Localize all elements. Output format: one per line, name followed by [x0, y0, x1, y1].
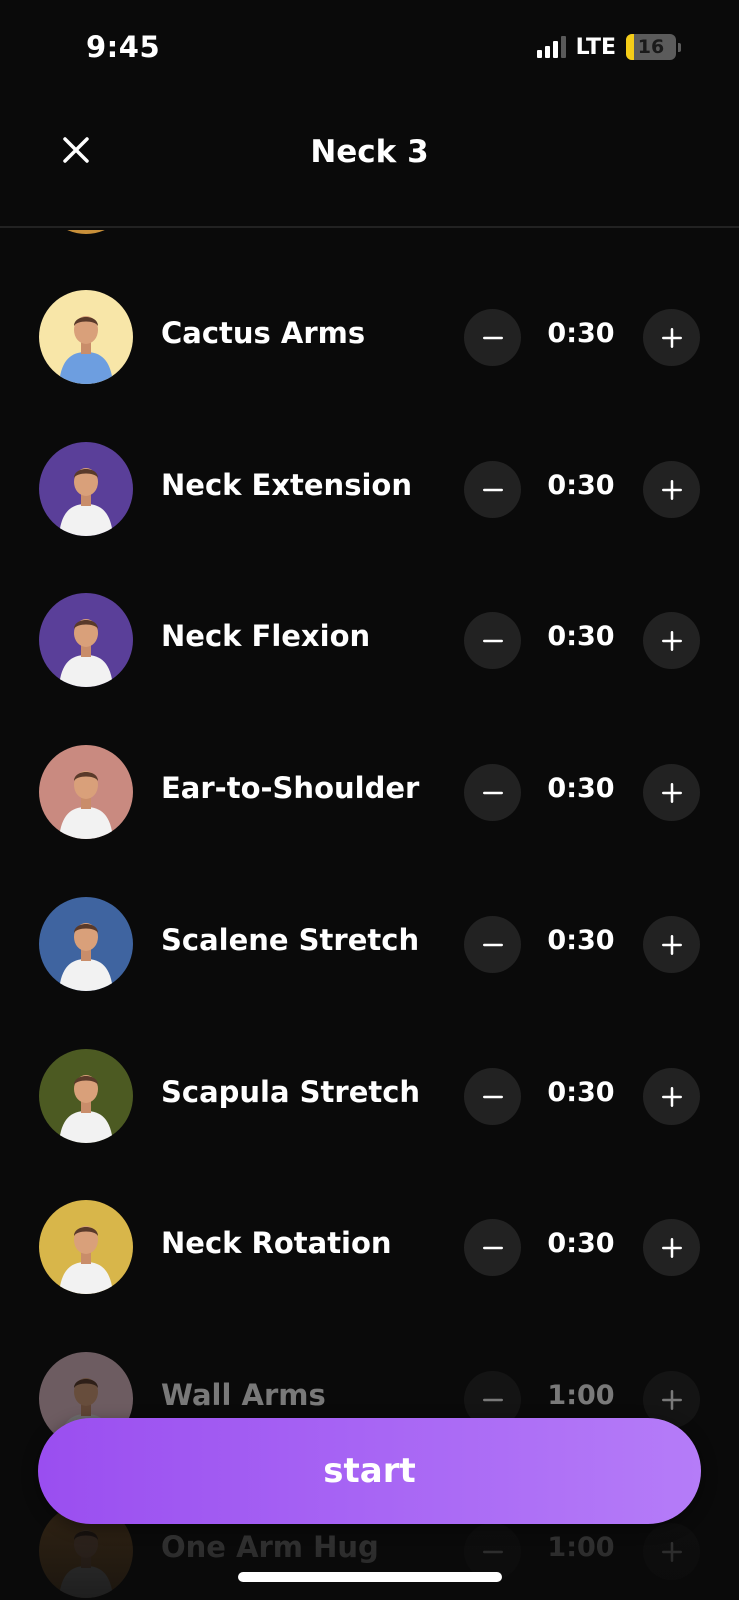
- exercise-avatar: [40, 230, 132, 234]
- decrease-duration-button[interactable]: [464, 1068, 521, 1125]
- exercise-duration: 0:30: [547, 773, 615, 804]
- exercise-row[interactable]: Cactus Arms 0:30: [0, 290, 739, 386]
- exercise-name: Wall Arms: [161, 1378, 326, 1412]
- increase-duration-button[interactable]: [643, 1219, 700, 1276]
- exercise-name: One Arm Hug: [161, 1530, 379, 1564]
- plus-icon: [661, 1086, 682, 1107]
- plus-icon: [661, 782, 682, 803]
- minus-icon: [482, 1550, 503, 1553]
- exercise-duration: 0:30: [547, 1077, 615, 1108]
- battery-tip: [678, 42, 681, 52]
- exercise-avatar: [39, 1049, 133, 1143]
- decrease-duration-button[interactable]: [464, 916, 521, 973]
- exercise-row[interactable]: Scapula Stretch 0:30: [0, 1049, 739, 1145]
- exercise-avatar: [39, 442, 133, 536]
- status-icons: LTE 16: [536, 34, 681, 60]
- exercise-duration: 1:00: [547, 1380, 615, 1411]
- exercise-avatar: [39, 897, 133, 991]
- exercise-row[interactable]: Ear-to-Shoulder 0:30: [0, 745, 739, 841]
- plus-icon: [661, 630, 682, 651]
- network-type: LTE: [575, 34, 616, 60]
- header: Neck 3: [0, 100, 739, 228]
- minus-icon: [482, 943, 503, 946]
- exercise-row[interactable]: Scalene Stretch 0:30: [0, 897, 739, 993]
- increase-duration-button[interactable]: [643, 916, 700, 973]
- exercise-duration: 0:30: [547, 621, 615, 652]
- exercise-name: Neck Flexion: [161, 619, 371, 653]
- exercise-avatar: [39, 745, 133, 839]
- exercise-name: Scalene Stretch: [161, 923, 420, 957]
- page-title: Neck 3: [310, 134, 429, 170]
- decrease-duration-button[interactable]: [464, 309, 521, 366]
- plus-icon: [661, 1389, 682, 1410]
- minus-icon: [482, 1095, 503, 1098]
- exercise-row[interactable]: Neck Flexion 0:30: [0, 593, 739, 689]
- increase-duration-button[interactable]: [643, 612, 700, 669]
- status-bar: 9:45 LTE 16: [0, 0, 739, 100]
- battery-percent: 16: [637, 36, 665, 58]
- increase-duration-button[interactable]: [643, 764, 700, 821]
- exercise-row[interactable]: Neck Rotation 0:30: [0, 1200, 739, 1296]
- exercise-name: Cactus Arms: [161, 316, 366, 350]
- exercise-row[interactable]: Neck Extension 0:30: [0, 442, 739, 538]
- decrease-duration-button[interactable]: [464, 461, 521, 518]
- signal-icon: [536, 36, 566, 58]
- plus-icon: [661, 1541, 682, 1562]
- decrease-duration-button[interactable]: [464, 612, 521, 669]
- increase-duration-button[interactable]: [643, 1068, 700, 1125]
- home-indicator: [238, 1572, 502, 1582]
- exercise-avatar: [39, 1200, 133, 1294]
- exercise-name: Neck Rotation: [161, 1226, 392, 1260]
- plus-icon: [661, 934, 682, 955]
- exercise-duration: 1:00: [547, 1532, 615, 1563]
- minus-icon: [482, 488, 503, 491]
- exercise-name: Ear-to-Shoulder: [161, 771, 420, 805]
- increase-duration-button[interactable]: [643, 309, 700, 366]
- exercise-name: Scapula Stretch: [161, 1075, 421, 1109]
- exercise-duration: 0:30: [547, 318, 615, 349]
- exercise-avatar: [39, 290, 133, 384]
- exercise-duration: 0:30: [547, 1228, 615, 1259]
- decrease-duration-button[interactable]: [464, 1219, 521, 1276]
- minus-icon: [482, 639, 503, 642]
- exercise-avatar: [39, 593, 133, 687]
- status-time: 9:45: [86, 30, 161, 64]
- minus-icon: [482, 1246, 503, 1249]
- minus-icon: [482, 336, 503, 339]
- exercise-duration: 0:30: [547, 470, 615, 501]
- plus-icon: [661, 479, 682, 500]
- exercise-duration: 0:30: [547, 925, 615, 956]
- start-button[interactable]: start: [38, 1418, 701, 1524]
- battery-icon: 16: [626, 34, 676, 60]
- plus-icon: [661, 1237, 682, 1258]
- plus-icon: [661, 327, 682, 348]
- increase-duration-button[interactable]: [643, 461, 700, 518]
- minus-icon: [482, 791, 503, 794]
- increase-duration-button[interactable]: [643, 1523, 700, 1580]
- minus-icon: [482, 1398, 503, 1401]
- exercise-name: Neck Extension: [161, 468, 412, 502]
- decrease-duration-button[interactable]: [464, 764, 521, 821]
- exercise-list[interactable]: Cactus Arms 0:30 Neck Extension 0:30 Nec…: [0, 230, 739, 1600]
- start-button-label: start: [323, 1451, 416, 1491]
